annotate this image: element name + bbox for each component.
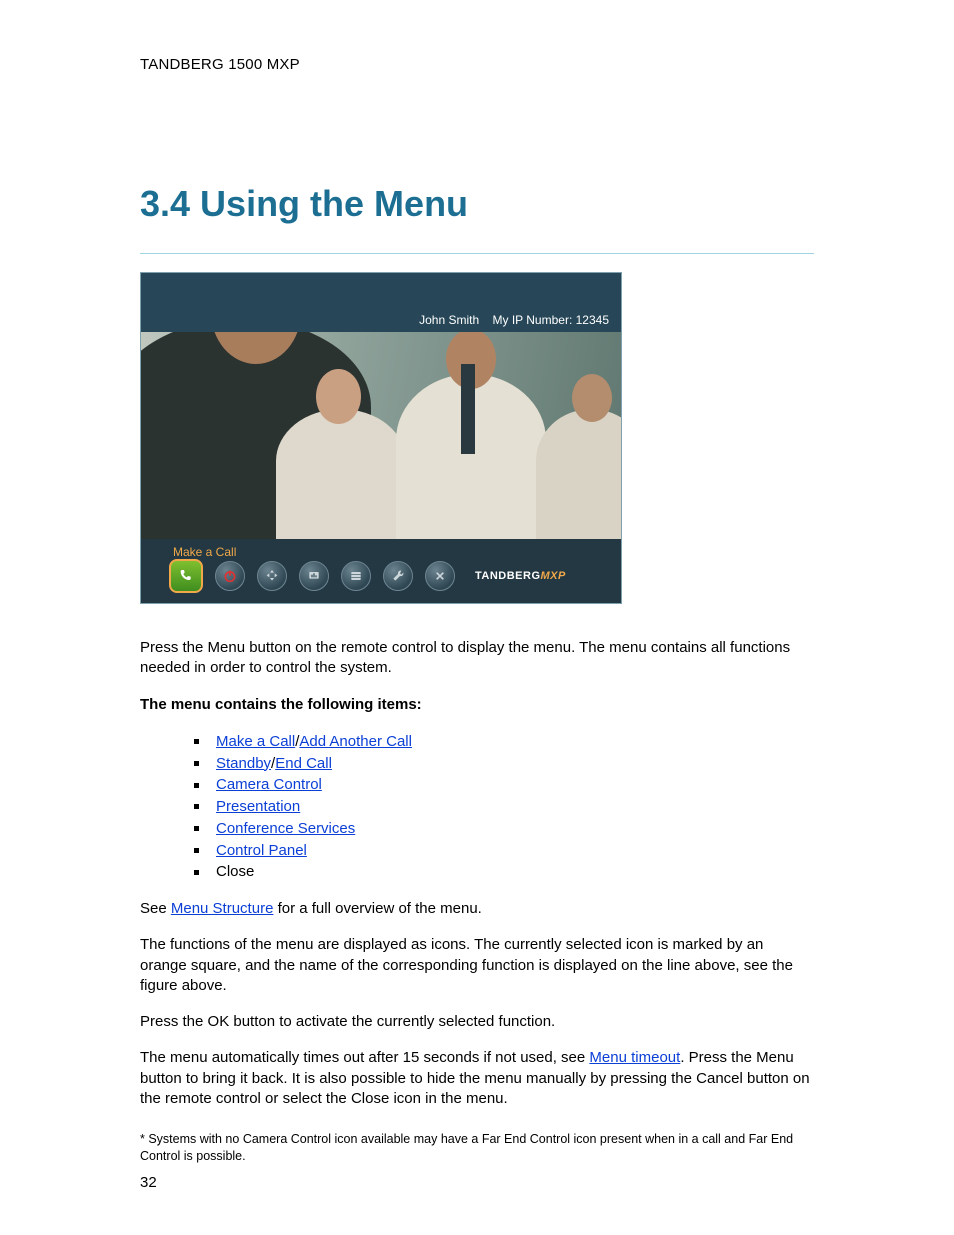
- menu-icons-row: TANDBERGMXP: [169, 559, 566, 593]
- ok-paragraph: Press the OK button to activate the curr…: [140, 1012, 814, 1032]
- list-item: Close: [194, 861, 814, 883]
- person-silhouette: [536, 409, 621, 539]
- link-camera-control[interactable]: Camera Control: [216, 776, 322, 793]
- conference-services-icon[interactable]: [341, 561, 371, 591]
- menu-items-heading: The menu contains the following items:: [140, 695, 814, 715]
- camera-control-icon[interactable]: [257, 561, 287, 591]
- link-standby[interactable]: Standby: [216, 755, 271, 772]
- call-icon[interactable]: [169, 559, 203, 593]
- intro-paragraph: Press the Menu button on the remote cont…: [140, 638, 814, 679]
- close-icon[interactable]: [425, 561, 455, 591]
- section-heading: 3.4 Using the Menu: [140, 183, 814, 225]
- list-item: Conference Services: [194, 818, 814, 840]
- list-item: Presentation: [194, 796, 814, 818]
- list-item: Camera Control: [194, 774, 814, 796]
- link-presentation[interactable]: Presentation: [216, 798, 300, 815]
- menu-screenshot: John Smith My IP Number: 12345 Make a Ca…: [140, 272, 622, 604]
- person-silhouette: [276, 409, 406, 539]
- list-item: Standby/End Call: [194, 753, 814, 775]
- footnote: * Systems with no Camera Control icon av…: [140, 1131, 814, 1165]
- section-divider: [140, 253, 814, 254]
- link-add-another-call[interactable]: Add Another Call: [299, 733, 412, 750]
- list-item: Make a Call/Add Another Call: [194, 731, 814, 753]
- timeout-paragraph: The menu automatically times out after 1…: [140, 1048, 814, 1109]
- timeout-text-a: The menu automatically times out after 1…: [140, 1049, 589, 1066]
- status-ip-number: My IP Number: 12345: [492, 313, 609, 327]
- link-make-a-call[interactable]: Make a Call: [216, 733, 295, 750]
- status-bar: John Smith My IP Number: 12345: [419, 313, 609, 327]
- see-paragraph: See Menu Structure for a full overview o…: [140, 899, 814, 919]
- brand-name: TANDBERG: [475, 570, 541, 582]
- link-control-panel[interactable]: Control Panel: [216, 842, 307, 859]
- on-screen-menu-bar: Make a Call: [141, 539, 621, 603]
- link-menu-timeout[interactable]: Menu timeout: [589, 1049, 680, 1066]
- see-suffix: for a full overview of the menu.: [273, 900, 481, 917]
- status-user-name: John Smith: [419, 313, 479, 327]
- wrench-icon[interactable]: [383, 561, 413, 591]
- link-end-call[interactable]: End Call: [275, 755, 332, 772]
- icons-paragraph: The functions of the menu are displayed …: [140, 935, 814, 996]
- document-page: TANDBERG 1500 MXP 3.4 Using the Menu Joh…: [0, 0, 954, 1235]
- selected-function-label: Make a Call: [173, 545, 236, 559]
- link-conference-services[interactable]: Conference Services: [216, 820, 355, 837]
- person-silhouette: [396, 374, 546, 539]
- list-item: Control Panel: [194, 840, 814, 862]
- see-prefix: See: [140, 900, 171, 917]
- link-menu-structure[interactable]: Menu Structure: [171, 900, 274, 917]
- menu-items-list: Make a Call/Add Another Call Standby/End…: [194, 731, 814, 883]
- page-number: 32: [140, 1174, 157, 1191]
- video-conference-still: [141, 332, 621, 539]
- page-header-product: TANDBERG 1500 MXP: [140, 56, 814, 73]
- power-icon[interactable]: [215, 561, 245, 591]
- brand-suffix: MXP: [541, 570, 566, 582]
- tandberg-logo: TANDBERGMXP: [475, 570, 566, 582]
- text-close: Close: [216, 863, 254, 880]
- presentation-icon[interactable]: [299, 561, 329, 591]
